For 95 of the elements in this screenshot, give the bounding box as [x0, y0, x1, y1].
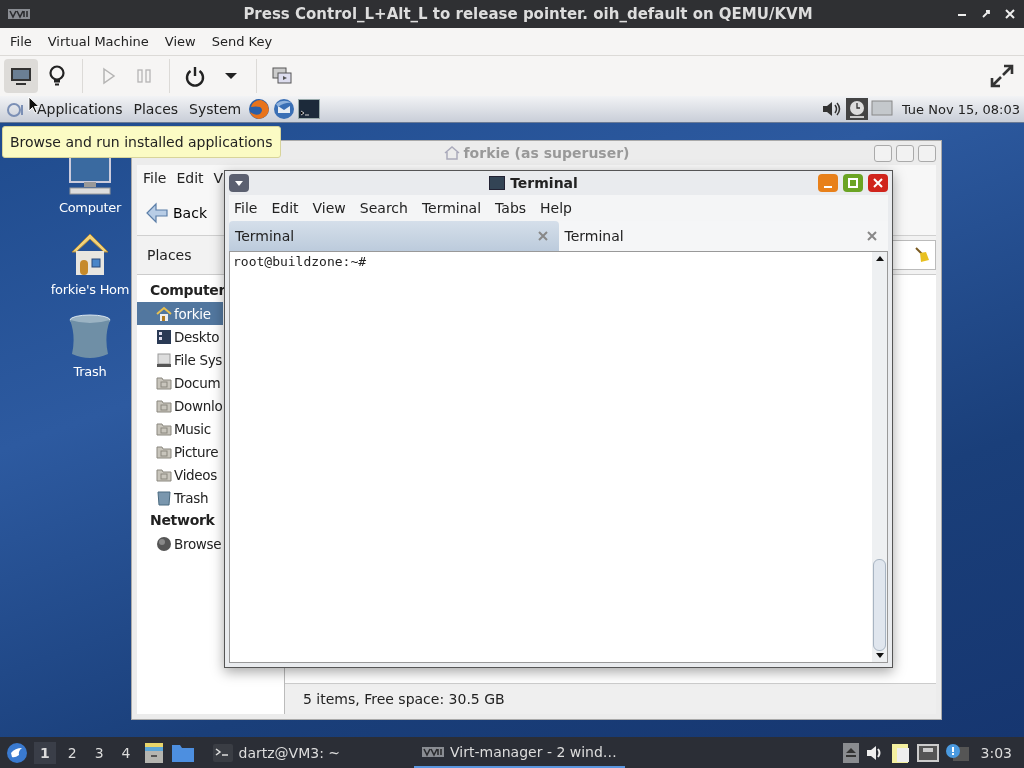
back-button[interactable]: Back	[141, 198, 211, 228]
desktop-icon-label[interactable]: forkie's Hom	[50, 282, 130, 297]
trash-icon	[156, 489, 172, 506]
workspace-button[interactable]: 2	[61, 741, 83, 764]
window-title: Terminal	[510, 175, 578, 191]
mail-client-icon[interactable]	[273, 98, 296, 120]
folder-icon	[156, 443, 172, 460]
scrollbar[interactable]	[872, 252, 887, 662]
sidebar-item[interactable]: Music	[137, 417, 223, 440]
menu-item[interactable]: Terminal	[421, 200, 482, 216]
sidebar-item[interactable]: File Sys	[137, 348, 223, 371]
clock-icon[interactable]	[845, 98, 868, 120]
volume-icon[interactable]	[820, 99, 843, 119]
desktop-icon-label[interactable]: Trash	[73, 364, 107, 379]
menu-item[interactable]: Edit	[271, 200, 299, 216]
terminal-tab[interactable]: Terminal	[229, 221, 559, 251]
file-cabinet-icon[interactable]	[142, 741, 165, 764]
taskbar-clock[interactable]: 3:03	[980, 744, 1012, 761]
sidebar-heading: Network	[149, 511, 216, 530]
sidebar-item[interactable]: Deskto	[137, 325, 223, 348]
maximize-icon[interactable]	[980, 8, 992, 20]
menu-item[interactable]: Search	[359, 200, 408, 216]
folder-icon	[156, 420, 172, 437]
menu-item[interactable]: View	[312, 200, 346, 216]
power-icon	[183, 64, 207, 88]
location-field[interactable]	[890, 240, 936, 270]
back-arrow-icon	[145, 202, 169, 224]
scroll-up-icon[interactable]	[874, 255, 885, 263]
globe-icon	[156, 535, 172, 552]
folder-icon	[156, 374, 172, 391]
panel-clock[interactable]: Tue Nov 15, 08:03	[895, 101, 1020, 117]
workspace-button[interactable]: 1	[34, 741, 56, 764]
tooltip: Browse and run installed applications	[2, 126, 281, 158]
monitor-icon	[9, 65, 33, 87]
desktop-icon	[156, 328, 172, 345]
close-icon	[872, 177, 884, 189]
menu-item[interactable]: Edit	[176, 170, 204, 186]
sidebar-item[interactable]: Browse	[137, 532, 223, 555]
menu-item[interactable]: Send Key	[205, 34, 279, 49]
console-button[interactable]	[4, 59, 38, 93]
drive-icon	[156, 351, 172, 368]
home-icon	[156, 305, 172, 322]
terminal-prompt: root@buildzone:~#	[233, 254, 367, 269]
workspace-button[interactable]: 3	[88, 741, 110, 764]
folder-icon	[156, 466, 172, 483]
places-label: Places	[147, 247, 192, 263]
window-title: forkie (as superuser)	[463, 145, 630, 161]
menu-item[interactable]: File	[143, 170, 167, 186]
notification-icon[interactable]	[944, 742, 969, 763]
vm-logo-icon	[422, 745, 445, 758]
sidebar-item[interactable]: Videos	[137, 463, 223, 486]
sidebar-item[interactable]: Picture	[137, 440, 223, 463]
sidebar-item[interactable]: Downlo	[137, 394, 223, 417]
minimize-icon	[824, 186, 832, 188]
menu-item[interactable]: Help	[540, 200, 572, 216]
panel-menu[interactable]: Places	[129, 101, 183, 117]
fullscreen-icon	[988, 62, 1016, 90]
caret-icon	[225, 73, 237, 79]
maximize-icon	[847, 177, 859, 189]
panel-menu[interactable]: System	[185, 101, 246, 117]
maximize-button[interactable]	[843, 174, 863, 192]
window-title: Press Control_L+Alt_L to release pointer. oih_default on QEMU/KVM	[242, 5, 814, 23]
sidebar-item[interactable]: forkie	[137, 302, 223, 325]
status-bar: 5 items, Free space: 30.5 GB	[285, 683, 936, 714]
network-icon[interactable]	[916, 743, 939, 762]
desktop-icon-label[interactable]: Computer	[58, 200, 122, 215]
menu-item[interactable]: V	[213, 170, 224, 186]
window-menu-button[interactable]	[229, 174, 249, 192]
taskbar-task[interactable]: dartz@VM3: ~	[204, 737, 349, 768]
terminal-icon	[212, 743, 233, 762]
minimize-button[interactable]	[818, 174, 838, 192]
eject-icon[interactable]	[842, 742, 859, 763]
folder-icon[interactable]	[170, 742, 195, 763]
home-icon	[443, 146, 460, 160]
sidebar-item[interactable]: Trash	[137, 486, 223, 509]
menu-item[interactable]: File	[234, 200, 258, 216]
menu-item[interactable]: View	[158, 34, 202, 49]
caret-icon	[234, 179, 244, 187]
workspace-button[interactable]: 4	[115, 741, 137, 764]
sidebar-item[interactable]: Docum	[137, 371, 223, 394]
browser-icon[interactable]	[248, 98, 271, 120]
clipboard-icon[interactable]	[890, 741, 911, 764]
menu-item[interactable]: Tabs	[495, 200, 527, 216]
start-logo-icon[interactable]	[6, 741, 28, 764]
taskbar-task[interactable]: Virt-manager - 2 wind…	[414, 737, 625, 768]
folder-icon	[156, 397, 172, 414]
sidebar-heading: Computer	[149, 281, 223, 300]
vm-logo-icon	[8, 8, 30, 20]
scrollbar-thumb[interactable]	[873, 559, 886, 651]
brush-icon[interactable]	[913, 246, 931, 264]
menu-item[interactable]: File	[4, 34, 38, 49]
menu-item[interactable]: Virtual Machine	[41, 34, 155, 49]
terminal-icon	[489, 176, 506, 190]
close-button[interactable]	[868, 174, 888, 192]
terminal-icon[interactable]	[298, 99, 321, 119]
